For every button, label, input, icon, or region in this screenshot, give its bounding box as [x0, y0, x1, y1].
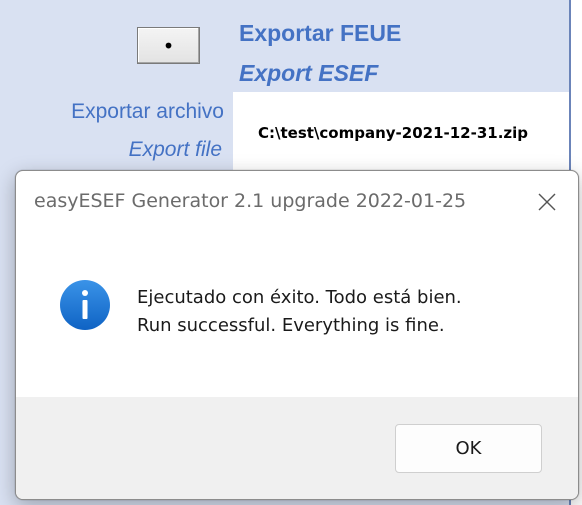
dialog-title: easyESEF Generator 2.1 upgrade 2022-01-2… — [34, 190, 467, 212]
message-dialog: easyESEF Generator 2.1 upgrade 2022-01-2… — [15, 170, 579, 500]
close-button[interactable] — [516, 171, 578, 233]
export-file-label-es: Exportar archivo — [71, 100, 224, 123]
export-run-button[interactable]: • — [137, 27, 200, 64]
dialog-footer: OK — [16, 397, 578, 499]
export-file-label-en: Export file — [128, 138, 222, 161]
dialog-titlebar[interactable]: easyESEF Generator 2.1 upgrade 2022-01-2… — [16, 171, 578, 233]
ok-button[interactable]: OK — [395, 424, 542, 473]
message-line-es: Ejecutado con éxito. Todo está bien. — [137, 287, 462, 308]
close-icon — [538, 193, 556, 211]
export-title-en: Export ESEF — [239, 60, 379, 86]
message-line-en: Run successful. Everything is fine. — [137, 315, 445, 336]
dialog-content: Ejecutado con éxito. Todo está bien. Run… — [16, 233, 578, 397]
export-title-es: Exportar FEUE — [239, 20, 402, 46]
info-icon — [60, 280, 110, 330]
export-file-path: C:\test\company-2021-12-31.zip — [258, 124, 529, 142]
